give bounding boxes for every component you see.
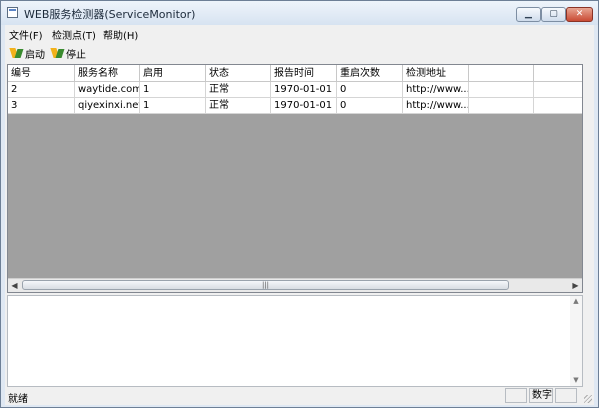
menu-help[interactable]: 帮助(H) (103, 27, 138, 42)
resize-grip-icon[interactable] (584, 395, 592, 403)
service-grid[interactable]: 编号 服务名称 启用 状态 报告时间 重启次数 检测地址 2 waytide.c… (7, 64, 583, 293)
status-pane-numlock: 数字 (529, 388, 553, 403)
column-header-extra-2[interactable] (534, 65, 582, 82)
column-header-report-time[interactable]: 报告时间 (271, 65, 337, 82)
stop-icon (52, 47, 64, 59)
scrollbar-thumb[interactable]: ||| (22, 280, 509, 290)
cell-url: http://www.... (403, 98, 469, 114)
cell-name: qiyexinxi.net (75, 98, 140, 114)
cell-enabled: 1 (140, 98, 206, 114)
title-bar[interactable]: WEB服务检测器(ServiceMonitor) ▁ ▢ ✕ (1, 1, 598, 25)
cell-extra-1 (469, 98, 534, 114)
start-icon (11, 47, 23, 59)
scroll-left-arrow-icon[interactable]: ◀ (8, 279, 21, 292)
status-pane-1 (505, 388, 527, 403)
minimize-button[interactable]: ▁ (516, 7, 541, 22)
menu-bar: 文件(F) 检测点(T) 帮助(H) (5, 25, 594, 42)
close-button[interactable]: ✕ (566, 7, 593, 22)
status-text: 就绪 (8, 394, 28, 405)
scroll-right-arrow-icon[interactable]: ▶ (569, 279, 582, 292)
cell-restart-count: 0 (337, 82, 403, 98)
column-header-url[interactable]: 检测地址 (403, 65, 469, 82)
column-header-status[interactable]: 状态 (206, 65, 271, 82)
cell-id: 2 (8, 82, 75, 98)
cell-extra-2 (534, 82, 582, 98)
column-header-enabled[interactable]: 启用 (140, 65, 206, 82)
column-header-name[interactable]: 服务名称 (75, 65, 140, 82)
log-output-area[interactable]: ▲ ▼ (7, 295, 583, 387)
start-label: 启动 (25, 49, 45, 61)
app-window: WEB服务检测器(ServiceMonitor) ▁ ▢ ✕ 文件(F) 检测点… (0, 0, 599, 408)
cell-status: 正常 (206, 82, 271, 98)
stop-label: 停止 (66, 49, 86, 61)
status-bar: 就绪 数字 (5, 387, 594, 405)
client-area: 文件(F) 检测点(T) 帮助(H) 启动 停止 编号 服务名称 启用 状态 报… (5, 25, 594, 405)
column-header-restart-count[interactable]: 重启次数 (337, 65, 403, 82)
menu-file[interactable]: 文件(F) (9, 27, 43, 42)
menu-checkpoint[interactable]: 检测点(T) (52, 27, 96, 42)
cell-name: waytide.com (75, 82, 140, 98)
maximize-button[interactable]: ▢ (541, 7, 566, 22)
cell-extra-2 (534, 98, 582, 114)
horizontal-scrollbar[interactable]: ◀ ||| ▶ (8, 278, 582, 292)
cell-extra-1 (469, 82, 534, 98)
vertical-scrollbar[interactable]: ▲ ▼ (570, 296, 582, 386)
status-pane-3 (555, 388, 577, 403)
start-button[interactable]: 启动 (11, 45, 45, 61)
app-icon (7, 7, 18, 18)
cell-enabled: 1 (140, 82, 206, 98)
cell-report-time: 1970-01-01 ... (271, 98, 337, 114)
toolbar: 启动 停止 (5, 43, 594, 63)
stop-button[interactable]: 停止 (52, 45, 86, 61)
column-header-extra-1[interactable] (469, 65, 534, 82)
cell-url: http://www.... (403, 82, 469, 98)
scroll-down-arrow-icon[interactable]: ▼ (570, 375, 582, 386)
table-row[interactable]: 2 waytide.com 1 正常 1970-01-01 ... 0 http… (8, 82, 582, 98)
cell-id: 3 (8, 98, 75, 114)
grid-header: 编号 服务名称 启用 状态 报告时间 重启次数 检测地址 (8, 65, 582, 82)
table-row[interactable]: 3 qiyexinxi.net 1 正常 1970-01-01 ... 0 ht… (8, 98, 582, 114)
window-title: WEB服务检测器(ServiceMonitor) (24, 8, 196, 21)
cell-restart-count: 0 (337, 98, 403, 114)
cell-status: 正常 (206, 98, 271, 114)
cell-report-time: 1970-01-01 ... (271, 82, 337, 98)
scroll-up-arrow-icon[interactable]: ▲ (570, 296, 582, 307)
column-header-id[interactable]: 编号 (8, 65, 75, 82)
